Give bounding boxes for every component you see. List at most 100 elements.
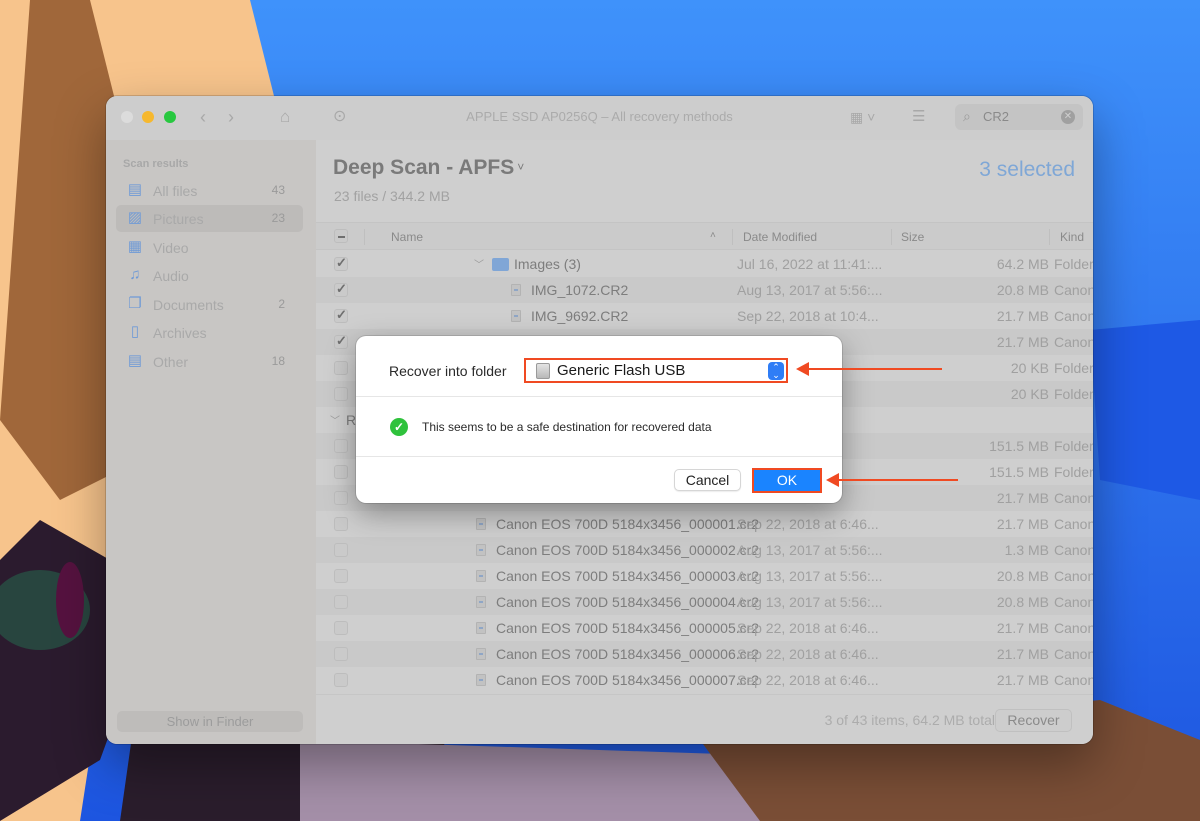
row-checkbox[interactable] <box>334 307 348 323</box>
sidebar-item-video[interactable]: ▦ Video <box>116 234 303 261</box>
annotation-arrow-ok <box>826 473 958 487</box>
row-size: 20.8 MB <box>996 594 1049 610</box>
row-size: 20.8 MB <box>996 568 1049 584</box>
search-field[interactable]: ⌕ CR2 ✕ <box>955 104 1083 130</box>
raw-file-icon <box>476 596 486 608</box>
row-name: IMG_9692.CR2 <box>531 308 629 324</box>
table-row[interactable]: Canon EOS 700D 5184x3456_000006.cr2 Sep 2… <box>316 641 1093 667</box>
row-date: Jul 16, 2022 at 11:41:... <box>737 256 883 272</box>
row-checkbox[interactable] <box>334 439 348 453</box>
column-header-size[interactable]: Size <box>901 230 924 244</box>
row-size: 20 KB <box>1010 360 1049 376</box>
sort-ascending-icon: ˄ <box>710 230 716 241</box>
column-header-name[interactable]: Name <box>391 230 423 244</box>
row-date: Sep 22, 2018 at 6:46... <box>737 516 879 532</box>
disclosure-chevron-icon[interactable]: ﹀ <box>474 256 484 271</box>
row-checkbox[interactable] <box>334 465 348 479</box>
table-row[interactable]: Canon EOS 700D 5184x3456_000007.cr2 Sep 2… <box>316 667 1093 693</box>
row-kind: Canon <box>1054 516 1093 532</box>
raw-file-icon <box>511 284 521 296</box>
video-icon: ▦ <box>127 238 143 255</box>
table-row[interactable]: IMG_1072.CR2 Aug 13, 2017 at 5:56:... 20.8… <box>316 277 1093 303</box>
audio-icon: ♫ <box>129 266 141 283</box>
sidebar-item-count: 2 <box>278 297 285 311</box>
row-checkbox[interactable] <box>334 255 348 271</box>
row-date: Aug 13, 2017 at 5:56:... <box>737 594 883 610</box>
table-row[interactable]: IMG_9692.CR2 Sep 22, 2018 at 10:4... 21.7 … <box>316 303 1093 329</box>
disclosure-chevron-icon[interactable]: ﹀ <box>330 412 340 427</box>
row-checkbox[interactable] <box>334 595 348 609</box>
row-checkbox[interactable] <box>334 673 348 687</box>
raw-file-icon <box>476 518 486 530</box>
row-date: Aug 13, 2017 at 5:56:... <box>737 282 883 298</box>
row-name: Canon EOS 700D 5184x3456_000006.cr2 <box>496 646 760 662</box>
row-checkbox[interactable] <box>334 569 348 583</box>
show-in-finder-button[interactable]: Show in Finder <box>117 711 303 732</box>
destination-select[interactable]: Generic Flash USB ⌃ ⌄ <box>524 358 788 383</box>
row-size: 21.7 MB <box>996 334 1049 350</box>
scan-summary: 23 files / 344.2 MB <box>334 188 450 204</box>
row-checkbox[interactable] <box>334 333 348 349</box>
row-size: 20 KB <box>1010 386 1049 402</box>
table-row[interactable]: Canon EOS 700D 5184x3456_000002.cr2 Aug 1… <box>316 537 1093 563</box>
scan-title[interactable]: Deep Scan - APFS ˅ <box>333 156 524 180</box>
row-size: 21.7 MB <box>996 646 1049 662</box>
sidebar-heading: Scan results <box>123 158 189 170</box>
row-checkbox[interactable] <box>334 621 348 635</box>
row-checkbox[interactable] <box>334 491 348 505</box>
search-input[interactable]: CR2 <box>983 109 1009 124</box>
window-title: APPLE SSD AP0256Q – All recovery methods <box>466 109 733 124</box>
row-date: Sep 22, 2018 at 6:46... <box>737 646 879 662</box>
table-header: Name ˄ Date Modified Size Kind <box>316 222 1093 250</box>
sidebar-item-label: Archives <box>153 325 207 341</box>
row-checkbox[interactable] <box>334 517 348 531</box>
row-checkbox[interactable] <box>334 543 348 557</box>
sidebar-item-audio[interactable]: ♫ Audio <box>116 262 303 289</box>
sidebar-item-all-files[interactable]: ▤ All files 43 <box>116 177 303 204</box>
raw-file-icon <box>476 648 486 660</box>
all-files-icon: ▤ <box>127 181 143 198</box>
clear-search-icon[interactable]: ✕ <box>1061 110 1075 124</box>
row-name: Canon EOS 700D 5184x3456_000002.cr2 <box>496 542 760 558</box>
row-size: 21.7 MB <box>996 672 1049 688</box>
row-kind: Canon <box>1054 542 1093 558</box>
cancel-button[interactable]: Cancel <box>674 469 741 491</box>
table-row[interactable]: Canon EOS 700D 5184x3456_000003.cr2 Aug 1… <box>316 563 1093 589</box>
title-bar: ‹ › ⌂ ⊙ APPLE SSD AP0256Q – All recovery… <box>106 96 1093 140</box>
ok-button[interactable]: OK <box>752 468 822 493</box>
select-all-checkbox[interactable] <box>334 229 348 243</box>
recover-button[interactable]: Recover <box>995 709 1072 732</box>
selected-count: 3 selected <box>979 158 1075 181</box>
row-checkbox[interactable] <box>334 647 348 661</box>
row-checkbox[interactable] <box>334 361 348 375</box>
sidebar-item-count: 43 <box>271 183 285 197</box>
sidebar-item-archives[interactable]: ▯ Archives <box>116 319 303 346</box>
table-row[interactable]: Canon EOS 700D 5184x3456_000005.cr2 Sep 2… <box>316 615 1093 641</box>
sidebar-item-other[interactable]: ▤ Other 18 <box>116 348 303 375</box>
filter-sliders-icon[interactable]: ☰ <box>912 106 925 128</box>
checkmark-circle-icon: ✓ <box>390 418 408 436</box>
view-mode-icon[interactable]: ▦ ˅ <box>850 106 875 128</box>
raw-file-icon <box>476 674 486 686</box>
table-row[interactable]: Canon EOS 700D 5184x3456_000004.cr2 Aug 1… <box>316 589 1093 615</box>
row-kind: Folder <box>1054 256 1093 272</box>
column-divider <box>891 229 892 245</box>
sidebar: Scan results ▤ All files 43 ▨ Pictures 2… <box>106 140 316 744</box>
row-kind: Folder <box>1054 360 1093 376</box>
table-row[interactable]: Canon EOS 700D 5184x3456_000001.cr2 Sep 2… <box>316 511 1093 537</box>
column-header-date[interactable]: Date Modified <box>743 230 817 244</box>
footer-bar: 3 of 43 items, 64.2 MB total Recover <box>316 694 1093 744</box>
row-kind: Canon <box>1054 594 1093 610</box>
annotation-arrow-destination <box>796 362 942 376</box>
sidebar-item-pictures[interactable]: ▨ Pictures 23 <box>116 205 303 232</box>
row-kind: Canon <box>1054 672 1093 688</box>
sidebar-item-documents[interactable]: ❐ Documents 2 <box>116 291 303 318</box>
chevron-down-icon: ˅ <box>517 160 525 174</box>
sidebar-item-label: Pictures <box>153 211 204 227</box>
row-checkbox[interactable] <box>334 387 348 401</box>
table-row[interactable]: ﹀ Images (3) Jul 16, 2022 at 11:41:... 64.2… <box>316 251 1093 277</box>
row-checkbox[interactable] <box>334 281 348 297</box>
raw-file-icon <box>476 570 486 582</box>
column-header-kind[interactable]: Kind <box>1060 230 1084 244</box>
recover-into-label: Recover into folder <box>389 363 507 379</box>
